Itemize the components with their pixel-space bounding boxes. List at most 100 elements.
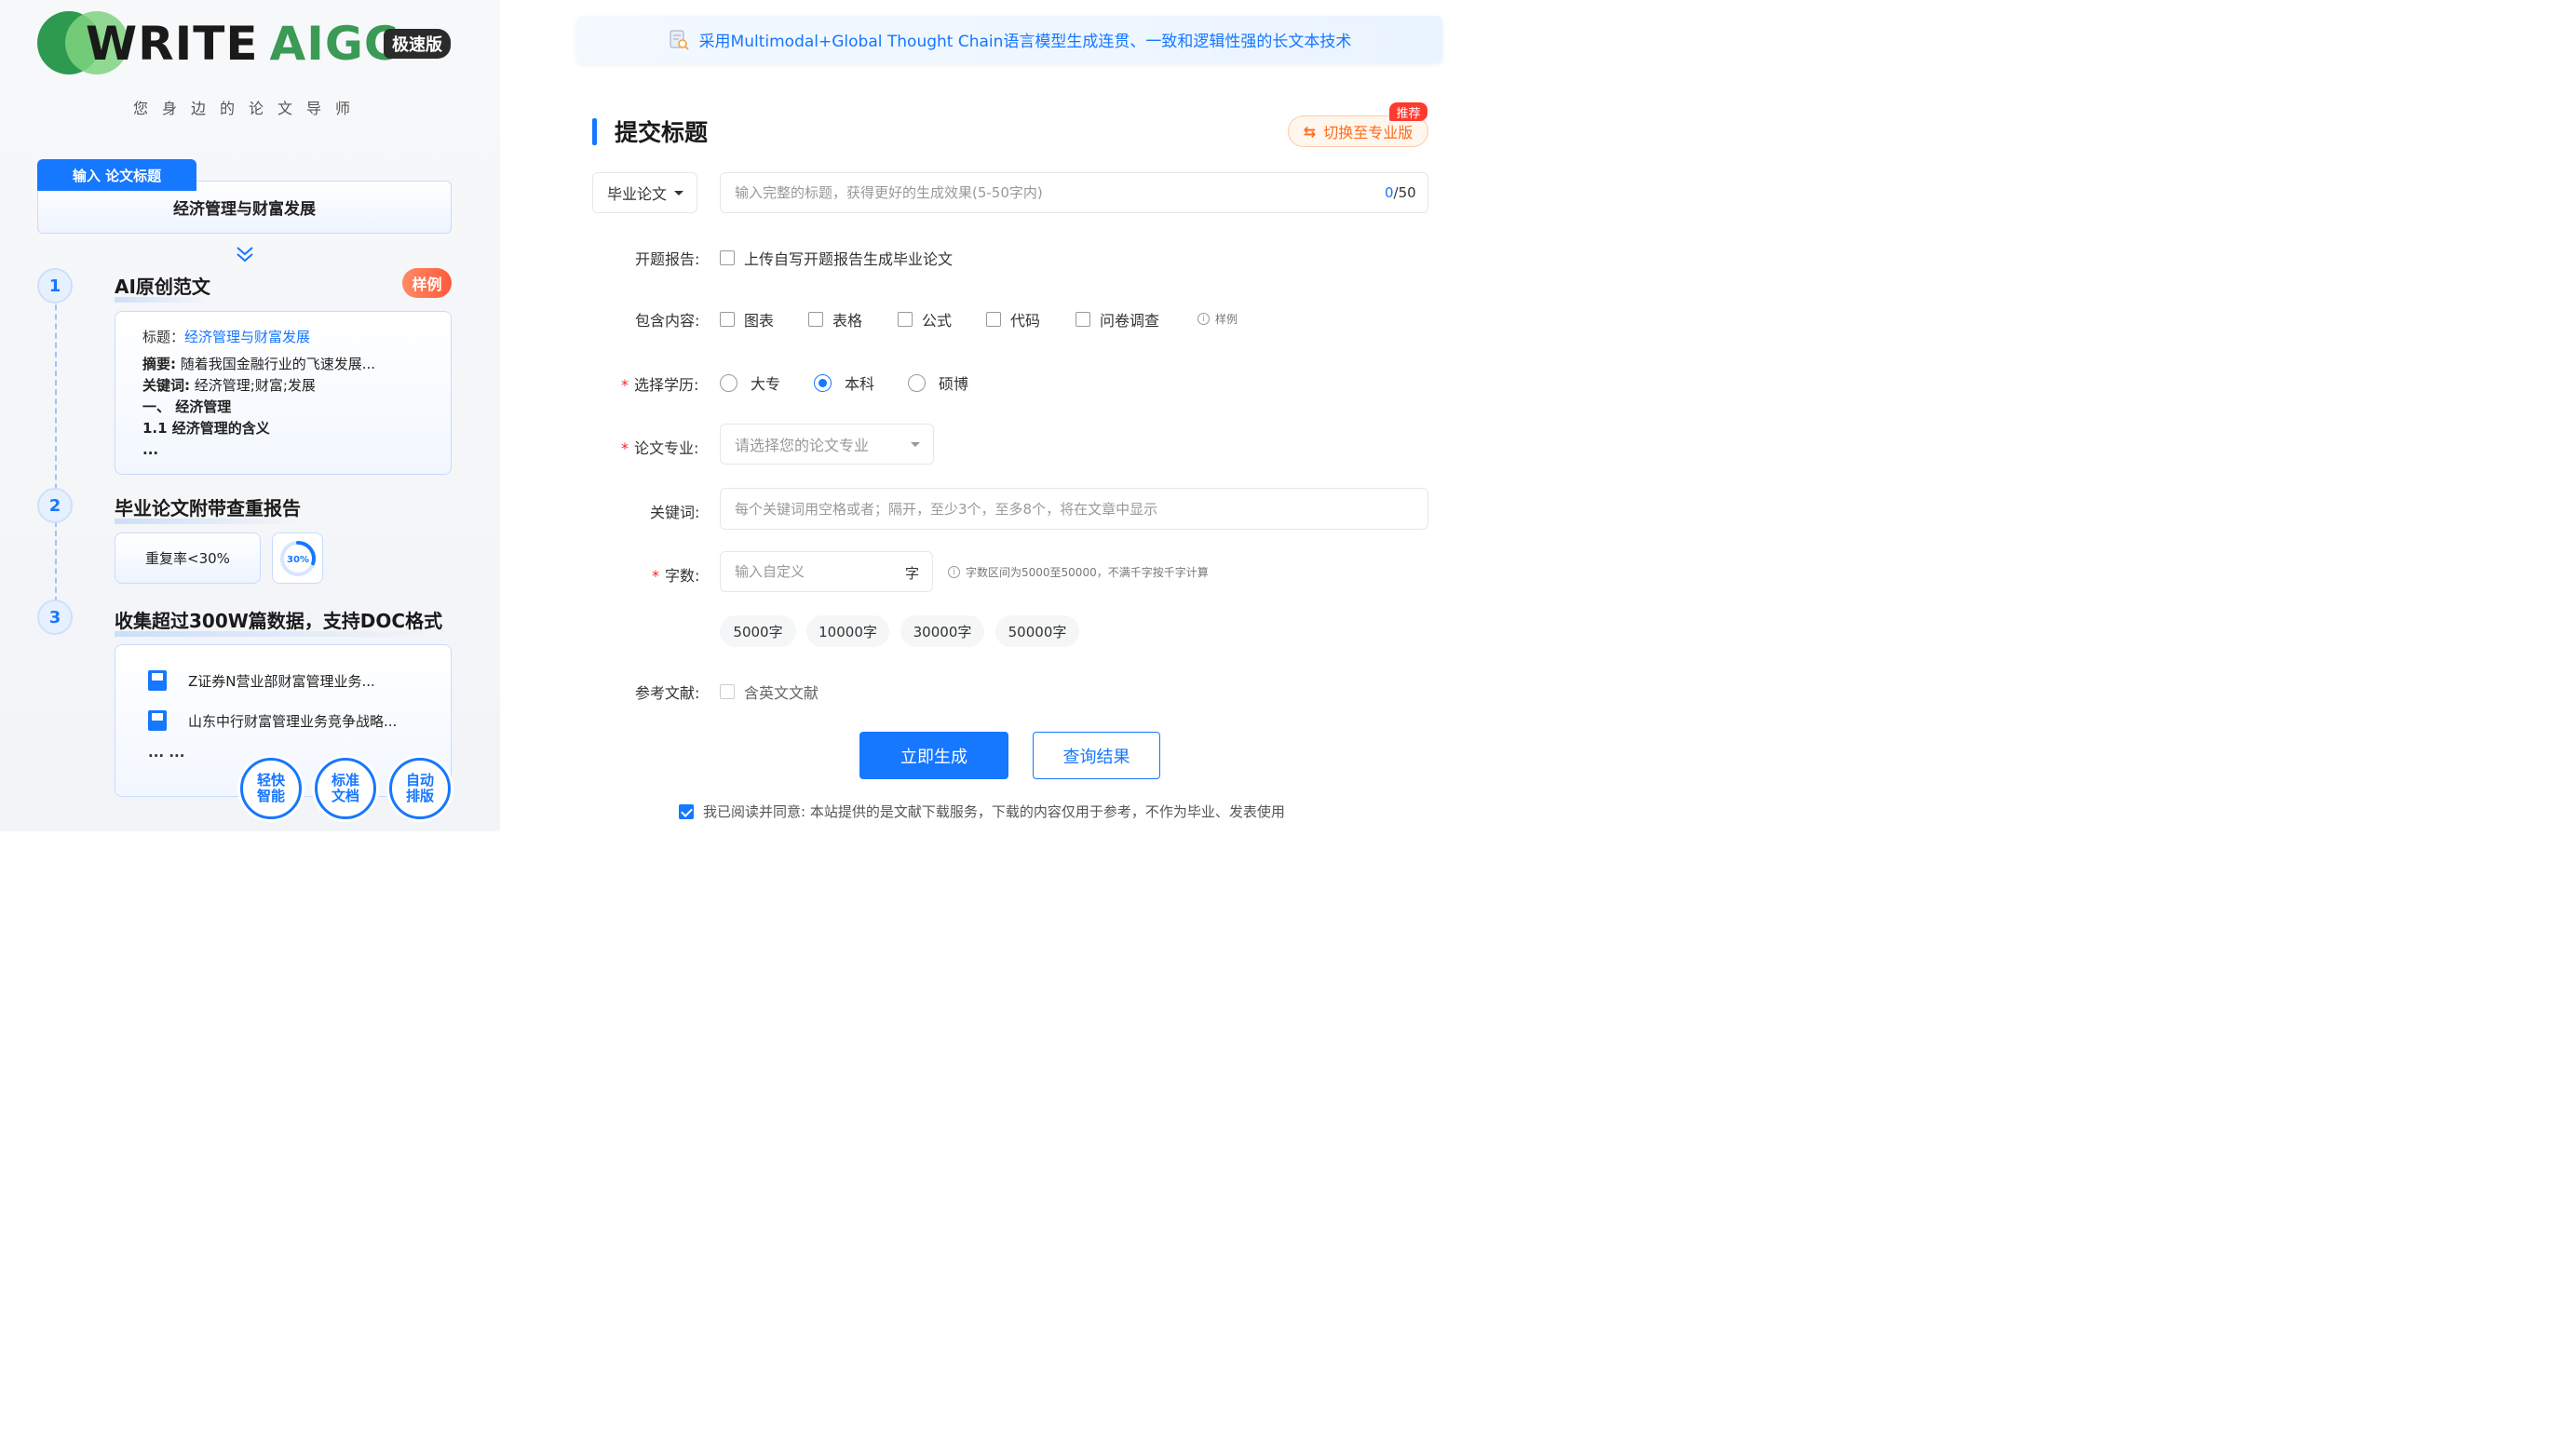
content-checkbox-survey[interactable]: 问卷调查: [1076, 308, 1159, 330]
words-hint: i 字数区间为5000至50000，不满千字按千字计算: [948, 564, 1209, 580]
paper-type-value: 毕业论文: [607, 185, 668, 203]
feature-label: 轻快智能: [256, 772, 285, 804]
title-input[interactable]: [720, 172, 1428, 213]
steps-timeline: [55, 286, 57, 612]
section-title: 提交标题: [615, 119, 709, 146]
document-item[interactable]: Z证券N营业部财富管理业务...: [148, 670, 375, 691]
degree-label: * 选择学历:: [621, 372, 698, 395]
proposal-upload-checkbox[interactable]: 上传自写开题报告生成毕业论文: [720, 247, 953, 269]
logo: WRITE AIGC 极速版: [37, 11, 456, 74]
words-unit: 字: [904, 565, 919, 582]
words-field: 字: [720, 551, 933, 592]
document-search-icon: [670, 30, 689, 50]
word-count-chip[interactable]: 50000字: [995, 615, 1079, 647]
word-count-chip[interactable]: 10000字: [806, 615, 889, 647]
checkbox-box-checked: [679, 803, 694, 819]
refs-label: 参考文献:: [635, 684, 700, 702]
radio-label: 本科: [845, 375, 875, 393]
sample-heading-1: 一、 经济管理: [142, 398, 232, 415]
agreement-text: 我已阅读并同意: 本站提供的是文献下载服务，下载的内容仅用于参考，不作为毕业、发…: [703, 803, 1285, 820]
gauge-ring-icon: 30%: [279, 540, 316, 576]
major-label: * 论文专业:: [621, 436, 698, 458]
words-label-text: 字数:: [665, 567, 700, 585]
content-checkbox-formula[interactable]: 公式: [898, 308, 952, 330]
checkbox-label: 上传自写开题报告生成毕业论文: [744, 250, 954, 268]
sample-title-line: 标题：经济管理与财富发展: [142, 327, 451, 348]
duplicate-rate-card: 重复率<30%: [115, 533, 261, 584]
checkbox-box: [720, 684, 735, 699]
info-icon: i: [948, 566, 960, 578]
content-checkbox-code[interactable]: 代码: [986, 308, 1040, 330]
degree-radio-bachelor[interactable]: 本科: [814, 371, 874, 394]
document-title: 山东中行财富管理业务竞争战略...: [188, 712, 398, 730]
recommend-badge: 推荐: [1389, 102, 1427, 121]
degree-radio-master-phd[interactable]: 硕博: [908, 371, 968, 394]
checkbox-box: [986, 312, 1001, 327]
step-number-1: 1: [37, 268, 73, 303]
form-panel: 采用Multimodal+Global Thought Chain语言模型生成连…: [500, 0, 1459, 831]
documents-ellipsis: ... ...: [148, 744, 185, 761]
step-number-3: 3: [37, 600, 73, 635]
sample-keywords-label: 关键词:: [142, 377, 190, 394]
sample-link-label: 样例: [1215, 313, 1238, 326]
step-title-3: 收集超过300W篇数据，支持DOC格式: [115, 606, 443, 637]
agreement-checkbox[interactable]: 我已阅读并同意: 本站提供的是文献下载服务，下载的内容仅用于参考，不作为毕业、发…: [679, 802, 1285, 821]
duplicate-rate-gauge: 30%: [272, 533, 323, 584]
checkbox-box: [720, 312, 735, 327]
word-count-chip[interactable]: 30000字: [900, 615, 984, 647]
logo-text: WRITE AIGC: [86, 17, 399, 71]
radio-label: 硕博: [939, 375, 969, 393]
counter-max: /50: [1393, 184, 1416, 201]
step-title-2: 毕业论文附带查重报告: [115, 493, 301, 524]
sample-keywords-value: 经济管理;财富;发展: [190, 377, 316, 394]
sample-title-label: 标题：: [142, 329, 185, 345]
checkbox-box: [808, 312, 823, 327]
sample-abstract-value: 随着我国金融行业的飞速发展...: [176, 356, 376, 372]
english-refs-checkbox[interactable]: 含英文文献: [720, 681, 819, 703]
sample-title-link[interactable]: 经济管理与财富发展: [184, 329, 310, 345]
checkbox-label: 代码: [1010, 312, 1041, 330]
checkbox-box: [1076, 312, 1090, 327]
chevron-down-double-icon: [237, 247, 253, 263]
sample-ellipsis: ...: [142, 441, 159, 458]
document-item[interactable]: 山东中行财富管理业务竞争战略...: [148, 710, 397, 731]
checkbox-box: [720, 250, 735, 265]
logo-badge: 极速版: [384, 29, 451, 59]
intro-panel: WRITE AIGC 极速版 您身边的论文导师 经济管理与财富发展 输入 论文标题…: [0, 0, 500, 831]
checkbox-label: 问卷调查: [1100, 312, 1160, 330]
gauge-label: 30%: [287, 555, 309, 565]
major-label-text: 论文专业:: [634, 439, 699, 457]
words-input[interactable]: [721, 552, 898, 591]
book-icon: [148, 670, 167, 691]
major-select[interactable]: 请选择您的论文专业: [720, 424, 934, 465]
query-result-button[interactable]: 查询结果: [1033, 732, 1160, 779]
word-count-chip[interactable]: 5000字: [720, 615, 796, 647]
info-icon: i: [1197, 313, 1210, 325]
feature-label: 标准文档: [331, 772, 359, 804]
logo-write: WRITE: [86, 17, 259, 71]
required-mark: *: [621, 439, 629, 457]
tagline: 您身边的论文导师: [133, 100, 365, 117]
paper-type-select[interactable]: 毕业论文: [592, 172, 697, 213]
sample-badge[interactable]: 样例: [402, 268, 452, 298]
radio-dot-selected: [814, 373, 832, 392]
sample-abstract: 摘要: 随着我国金融行业的飞速发展...: [142, 354, 451, 375]
section-accent-bar: [592, 118, 597, 145]
proposal-label: 开题报告:: [635, 250, 700, 268]
checkbox-label: 公式: [922, 312, 953, 330]
counter-current: 0: [1385, 184, 1394, 201]
checkbox-label: 表格: [832, 312, 863, 330]
degree-radio-junior-college[interactable]: 大专: [720, 371, 780, 394]
keywords-label: 关键词:: [650, 504, 700, 521]
required-mark: *: [652, 567, 659, 585]
content-checkbox-chart[interactable]: 图表: [720, 308, 774, 330]
feature-badge-layout: 自动排版: [389, 758, 451, 819]
feature-label: 自动排版: [405, 772, 434, 804]
generate-button[interactable]: 立即生成: [859, 732, 1008, 779]
checkbox-label: 图表: [744, 312, 775, 330]
content-sample-link[interactable]: i 样例: [1197, 311, 1238, 327]
content-checkbox-table[interactable]: 表格: [808, 308, 862, 330]
keywords-input[interactable]: [720, 488, 1428, 530]
radio-label: 大专: [751, 375, 781, 393]
radio-dot: [908, 373, 926, 392]
